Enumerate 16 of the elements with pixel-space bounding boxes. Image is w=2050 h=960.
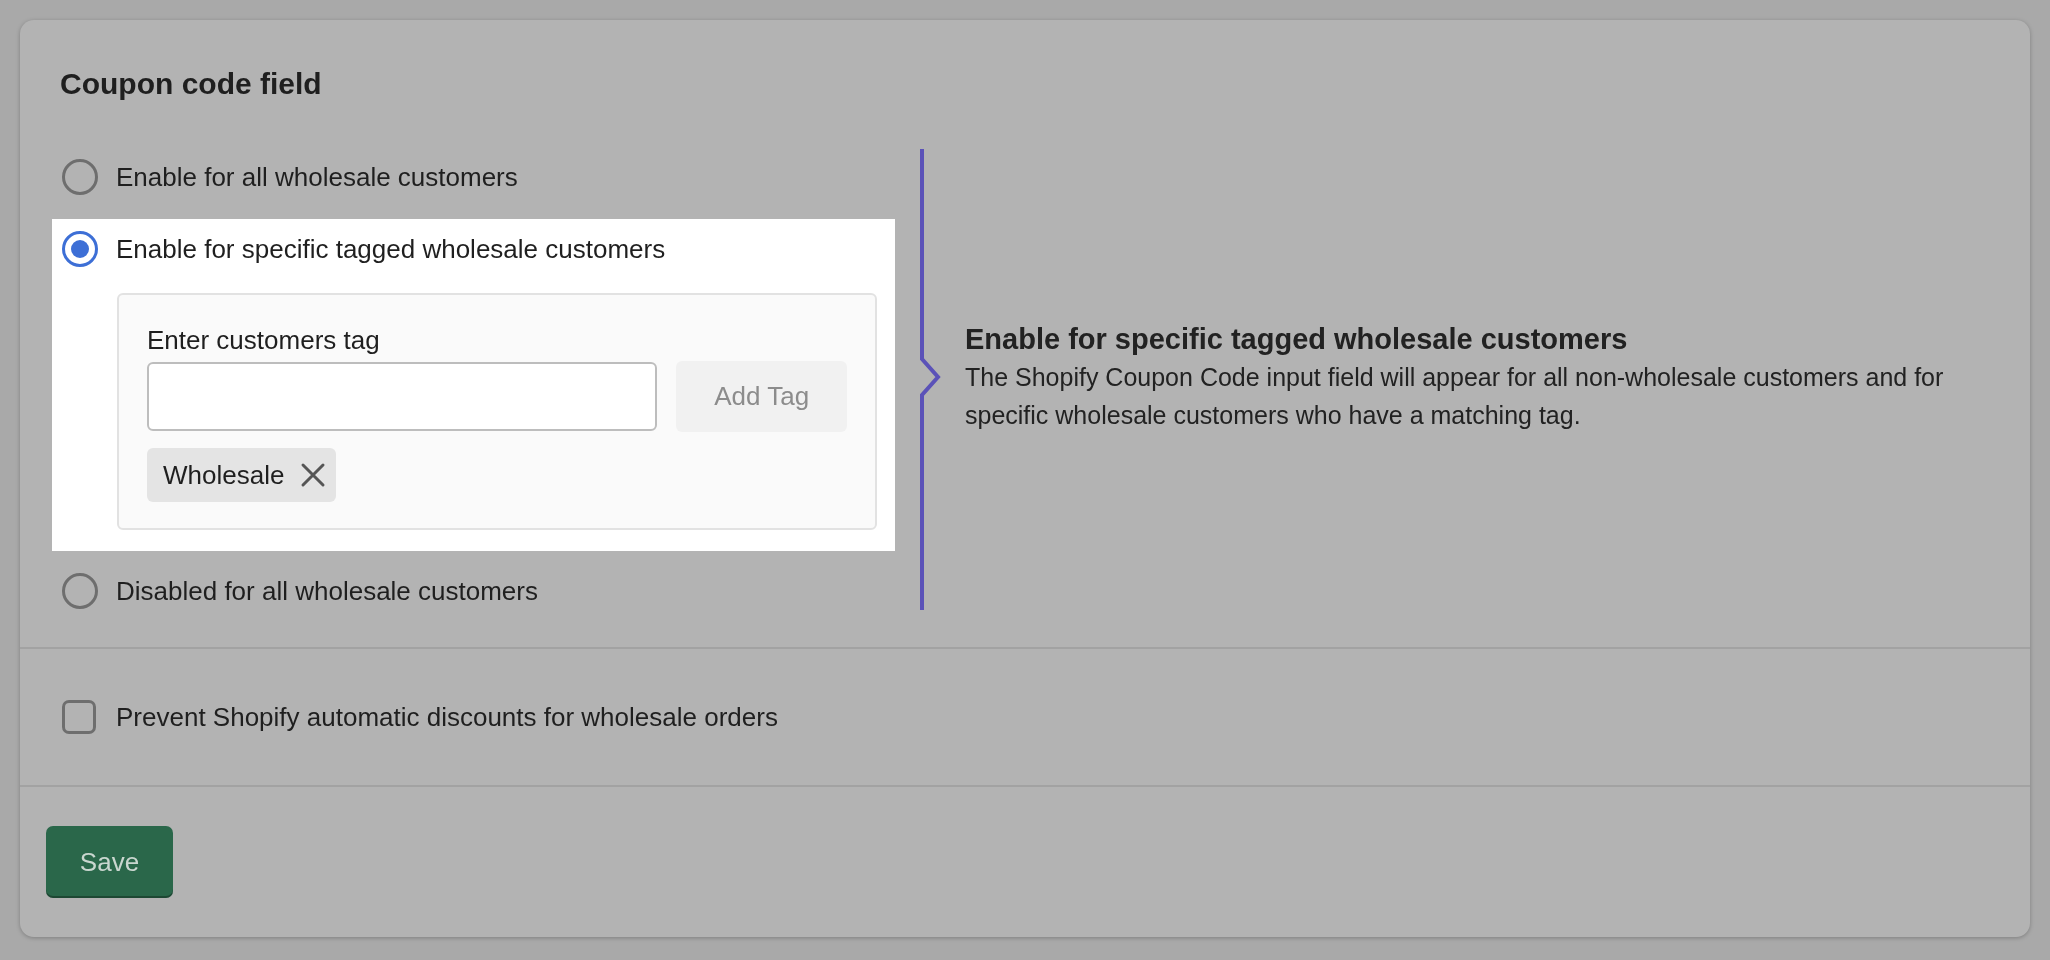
- section-title: Coupon code field: [60, 66, 323, 102]
- radio-label: Disabled for all wholesale customers: [116, 574, 538, 608]
- radio-label: Enable for all wholesale customers: [116, 160, 518, 194]
- info-heading: Enable for specific tagged wholesale customers: [965, 322, 1629, 357]
- remove-icon[interactable]: [300, 462, 327, 488]
- tag-label: Wholesale: [163, 458, 285, 492]
- info-description: The Shopify Coupon Code input field will appear for all non-wholesale customers and for specific wholesale customers who have a matching tag.: [965, 362, 1945, 431]
- checkbox-label: Prevent Shopify automatic discounts for wholesale orders: [116, 700, 778, 734]
- radio-button[interactable]: [62, 573, 98, 609]
- save-button[interactable]: Save: [46, 826, 173, 898]
- radio-button[interactable]: [62, 231, 98, 267]
- tag-input-field[interactable]: [147, 362, 658, 431]
- radio-button[interactable]: [62, 159, 98, 195]
- checkbox[interactable]: [62, 700, 96, 734]
- field-label: Enter customers tag: [147, 324, 381, 357]
- radio-label: Enable for specific tagged wholesale customers: [116, 232, 666, 266]
